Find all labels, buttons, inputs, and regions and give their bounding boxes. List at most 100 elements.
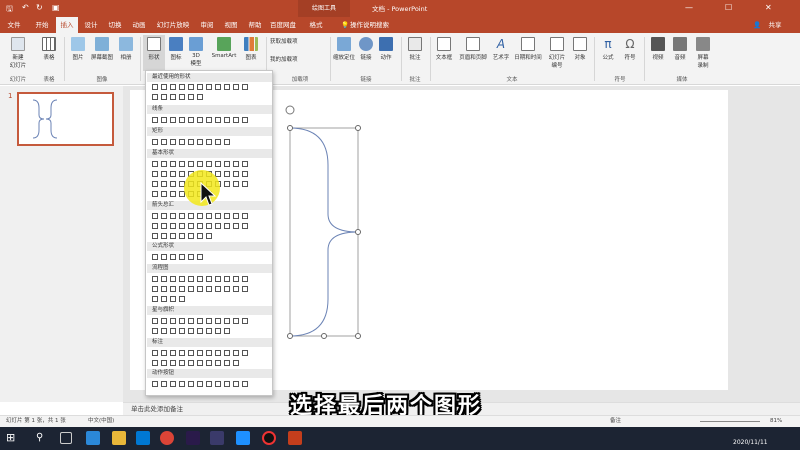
shapes-button[interactable]: 形状 <box>143 35 165 71</box>
zoom-button[interactable]: 缩放定位 <box>332 37 356 61</box>
shape-row[interactable] <box>152 233 268 241</box>
tab-design[interactable]: 设计 <box>80 17 102 33</box>
tab-file[interactable]: 文件 <box>4 17 24 33</box>
shape-row[interactable] <box>152 254 268 262</box>
contextual-tab-label: 绘图工具 <box>298 0 350 17</box>
shape-row[interactable] <box>152 328 268 336</box>
clock-date[interactable]: 2020/11/11 <box>733 439 768 446</box>
shape-row[interactable] <box>152 276 268 284</box>
symbol-button[interactable]: Ω 符号 <box>620 37 640 61</box>
close-icon[interactable]: ✕ <box>765 3 772 12</box>
slide-number-button[interactable]: 幻灯片 编号 <box>544 37 570 69</box>
slide-thumbnail[interactable] <box>17 92 114 146</box>
notes-toggle-button[interactable]: 备注 <box>610 416 621 427</box>
chrome-icon[interactable] <box>160 431 174 445</box>
screenshot-button[interactable]: 屏幕截图 <box>88 37 116 61</box>
section-rectangles: 矩形 <box>147 127 272 136</box>
tab-transitions[interactable]: 切换 <box>104 17 126 33</box>
maximize-icon[interactable]: ☐ <box>725 3 732 12</box>
task-view-icon[interactable] <box>60 432 72 444</box>
3d-model-button[interactable]: 3D 模型 <box>186 37 206 67</box>
app-icon[interactable] <box>236 431 250 445</box>
group-addins: 加载项 <box>291 77 309 83</box>
explorer-icon[interactable] <box>112 431 126 445</box>
tab-slideshow[interactable]: 幻灯片放映 <box>152 17 194 33</box>
shape-row[interactable] <box>152 296 268 304</box>
shape-row[interactable] <box>152 223 268 231</box>
shape-row[interactable] <box>152 117 268 125</box>
shape-row[interactable] <box>152 350 268 358</box>
action-button[interactable]: 动作 <box>376 37 396 61</box>
record-icon[interactable] <box>262 431 276 445</box>
lightbulb-icon: 💡 <box>340 21 350 29</box>
resize-handle[interactable] <box>287 125 293 131</box>
link-button[interactable]: 链接 <box>356 37 376 61</box>
chart-button[interactable]: 图表 <box>240 37 262 61</box>
title-bar: 🖫 ↶ ↻ ▣ 绘图工具 文档 - PowerPoint — ☐ ✕ <box>0 0 800 17</box>
table-button[interactable]: 表格 <box>38 37 60 61</box>
edge-icon[interactable] <box>86 431 100 445</box>
tab-home[interactable]: 开始 <box>30 17 54 33</box>
tab-view[interactable]: 视图 <box>220 17 242 33</box>
video-button[interactable]: 视频 <box>648 37 668 61</box>
status-bar: 幻灯片 第 1 张，共 1 张 中文(中国) 备注 81% <box>0 415 800 427</box>
shape-row[interactable] <box>152 94 268 102</box>
textbox-button[interactable]: 文本框 <box>432 37 456 61</box>
resize-handle[interactable] <box>321 333 327 339</box>
resize-handle[interactable] <box>355 229 361 235</box>
tab-insert[interactable]: 插入 <box>56 17 78 33</box>
windows-taskbar: ⊞ ⚲ 2020/11/11 <box>0 427 800 450</box>
object-button[interactable]: 对象 <box>570 37 590 61</box>
header-footer-button[interactable]: 页眉和页脚 <box>456 37 490 61</box>
redo-icon[interactable]: ↻ <box>36 3 43 12</box>
tab-baidu[interactable]: 百度网盘 <box>268 17 298 33</box>
windows-start-icon[interactable]: ⊞ <box>6 431 20 445</box>
datetime-button[interactable]: 日期和时间 <box>512 37 544 61</box>
present-icon[interactable]: ▣ <box>52 3 60 12</box>
tab-review[interactable]: 审阅 <box>196 17 218 33</box>
zoom-level[interactable]: 81% <box>770 416 782 427</box>
get-addins-button[interactable]: 获取加载项 <box>270 37 330 45</box>
tab-help[interactable]: 帮助 <box>244 17 266 33</box>
minimize-icon[interactable]: — <box>685 3 693 12</box>
tab-animations[interactable]: 动画 <box>128 17 150 33</box>
tell-me-search[interactable]: 操作说明搜索 <box>350 17 400 33</box>
wordart-button[interactable]: A 艺术字 <box>490 37 512 61</box>
section-callouts: 标注 <box>147 338 272 347</box>
app-icon[interactable] <box>210 431 224 445</box>
shape-row[interactable] <box>152 360 268 368</box>
audio-button[interactable]: 音频 <box>670 37 690 61</box>
screen-record-button[interactable]: 屏幕 录制 <box>692 37 714 69</box>
shapes-gallery: 最近使用的形状 线条 矩形 基本形状 箭头总汇 公式形状 流程图 星与旗帜 标注… <box>145 70 273 396</box>
tab-format[interactable]: 格式 <box>304 17 328 33</box>
shape-row[interactable] <box>152 286 268 294</box>
shape-row[interactable] <box>152 213 268 221</box>
resize-handle[interactable] <box>355 333 361 339</box>
premiere-icon[interactable] <box>186 431 200 445</box>
resize-handle[interactable] <box>287 333 293 339</box>
shape-row[interactable] <box>152 381 268 389</box>
shape-row[interactable] <box>152 139 268 147</box>
powerpoint-taskbar-icon[interactable] <box>288 431 302 445</box>
search-icon[interactable]: ⚲ <box>36 431 50 445</box>
new-slide-button[interactable]: 新建 幻灯片 <box>4 37 32 69</box>
shape-row[interactable] <box>152 161 268 169</box>
comment-button[interactable]: 批注 <box>404 37 426 61</box>
store-icon[interactable] <box>136 431 150 445</box>
equation-button[interactable]: π 公式 <box>598 37 618 61</box>
picture-button[interactable]: 图片 <box>68 37 88 61</box>
shape-row[interactable] <box>152 318 268 326</box>
share-button[interactable]: 共享 <box>764 17 786 33</box>
language-indicator[interactable]: 中文(中国) <box>88 416 114 427</box>
shape-row[interactable] <box>152 84 268 92</box>
undo-icon[interactable]: ↶ <box>22 3 29 12</box>
my-addins-button[interactable]: 我的加载项 <box>270 55 330 63</box>
group-symbols: 符号 <box>614 77 626 83</box>
smartart-button[interactable]: SmartArt <box>208 37 240 59</box>
icons-button[interactable]: 图标 <box>167 37 185 61</box>
resize-handle[interactable] <box>355 125 361 131</box>
album-button[interactable]: 相册 <box>116 37 136 61</box>
zoom-slider[interactable] <box>700 421 760 422</box>
save-icon[interactable]: 🖫 <box>6 3 13 17</box>
slide-info: 幻灯片 第 1 张，共 1 张 <box>6 418 66 424</box>
